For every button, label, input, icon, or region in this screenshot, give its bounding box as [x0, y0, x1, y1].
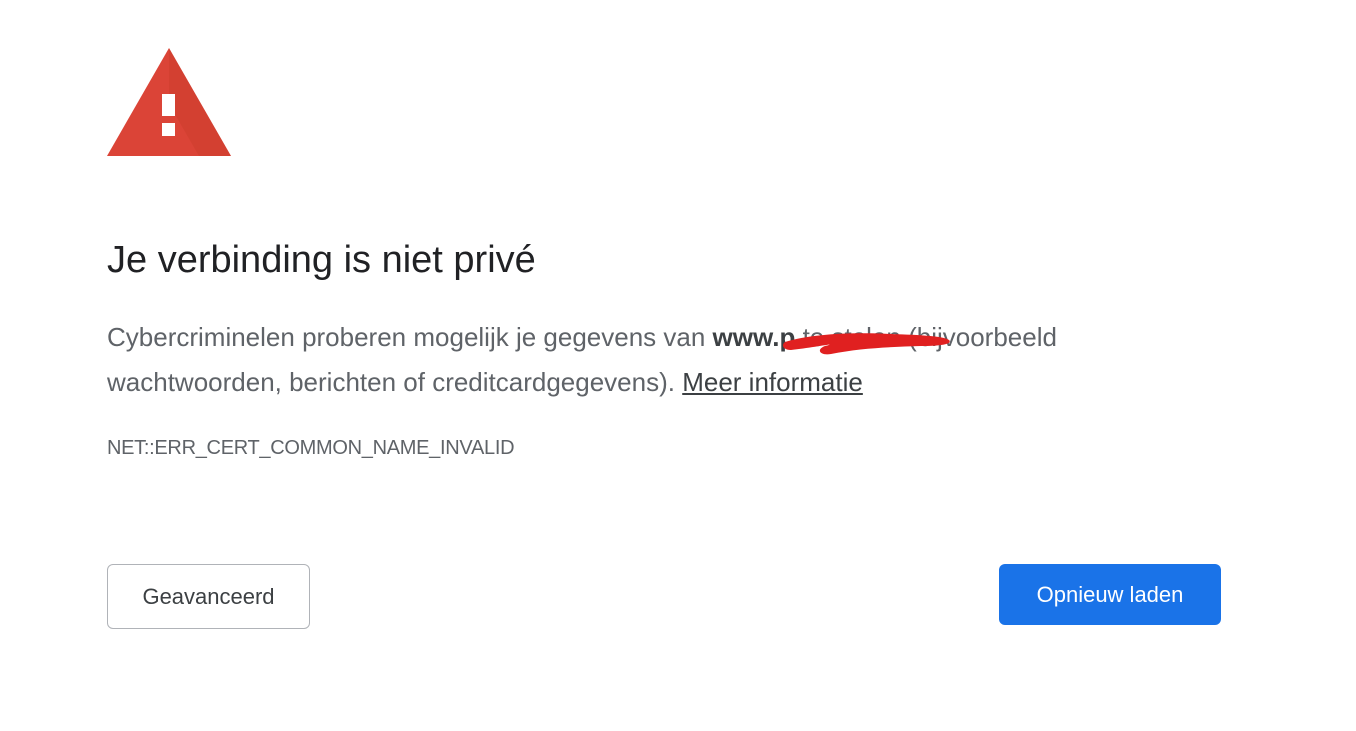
page-title: Je verbinding is niet privé [107, 239, 536, 281]
reload-button[interactable]: Opnieuw laden [999, 564, 1221, 625]
learn-more-link[interactable]: Meer informatie [682, 367, 863, 397]
message-text-before: Cybercriminelen proberen mogelijk je geg… [107, 322, 713, 352]
warning-message: Cybercriminelen proberen mogelijk je geg… [107, 315, 1127, 405]
site-domain: www.p [713, 322, 950, 355]
advanced-button[interactable]: Geavanceerd [107, 564, 310, 629]
error-code: NET::ERR_CERT_COMMON_NAME_INVALID [107, 437, 515, 459]
warning-triangle-icon [107, 48, 231, 156]
interstitial-page: Je verbinding is niet privé Cybercrimine… [0, 0, 1356, 731]
